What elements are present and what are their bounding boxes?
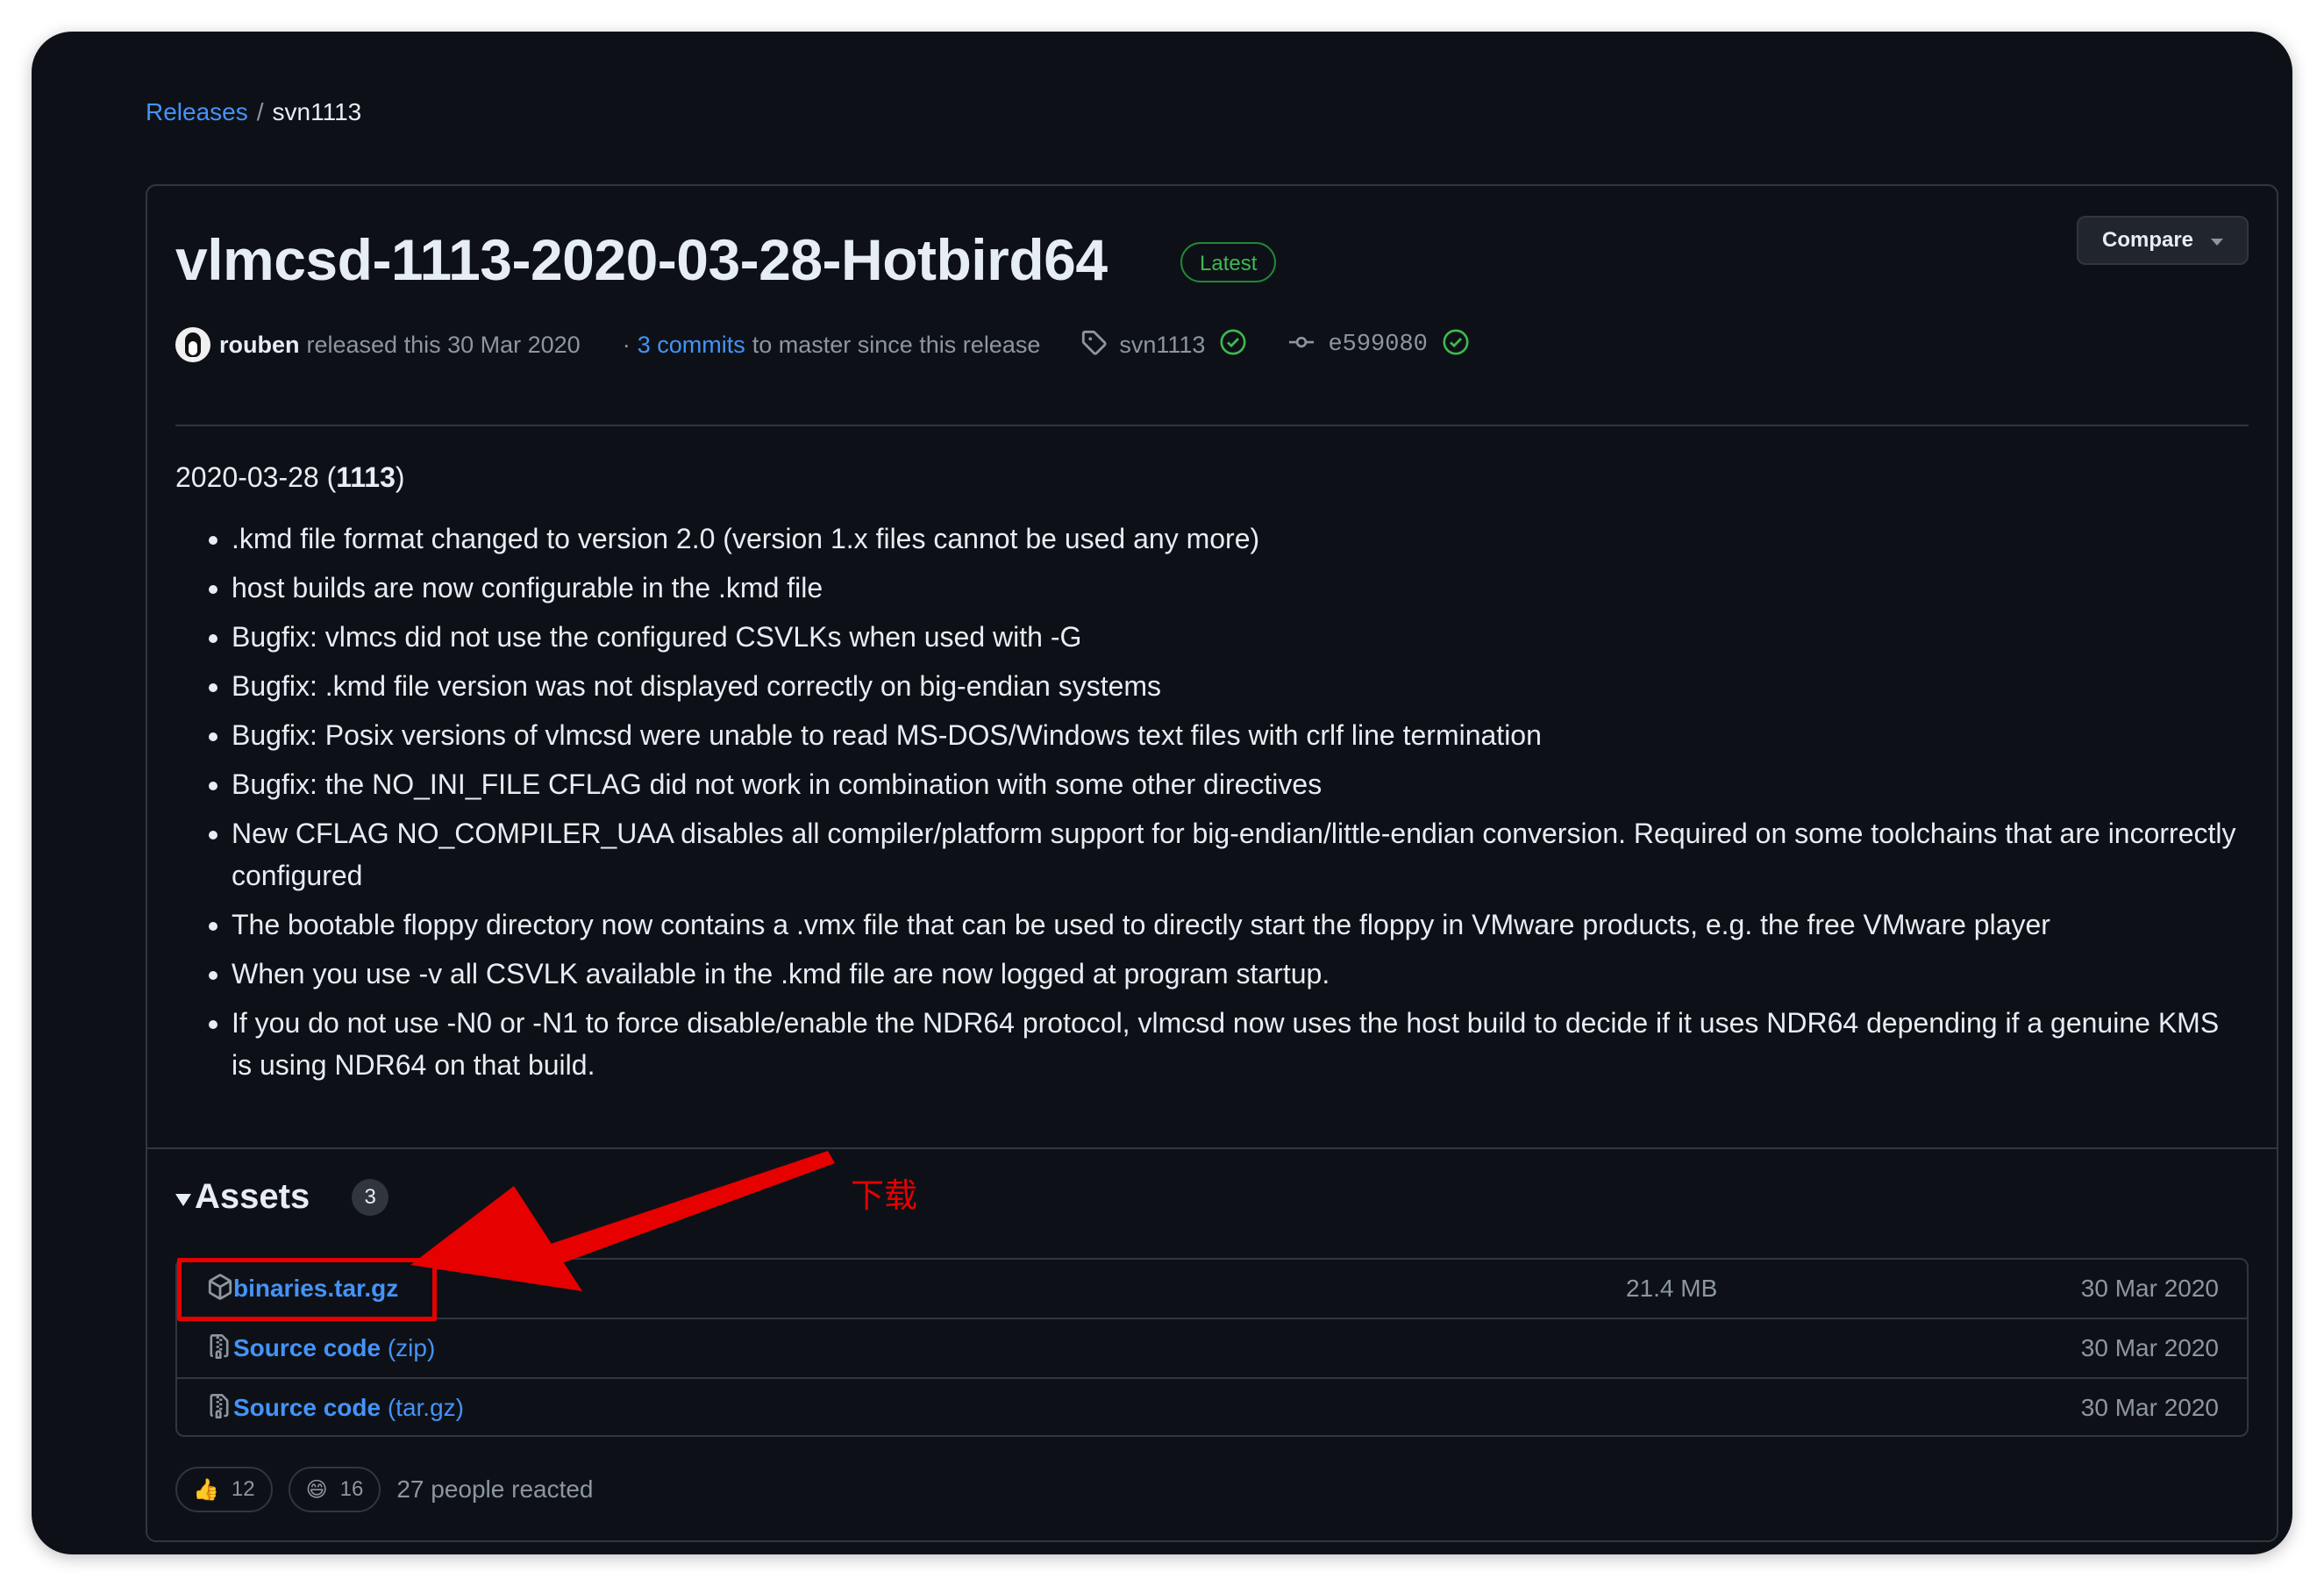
- assets-toggle[interactable]: Assets 3: [175, 1177, 389, 1217]
- git-commit-icon: [1287, 329, 1315, 361]
- release-card: vlmcsd-1113-2020-03-28-Hotbird64 Latest …: [146, 184, 2278, 1542]
- breadcrumb-separator: /: [256, 98, 264, 125]
- commit-hash-link[interactable]: e599080: [1328, 332, 1427, 358]
- release-title[interactable]: vlmcsd-1113-2020-03-28-Hotbird64: [175, 225, 1108, 295]
- reaction-thumbs-up-button[interactable]: 👍 12: [175, 1467, 273, 1512]
- file-zip-icon: [207, 1332, 232, 1368]
- asset-size: 21.4 MB: [1626, 1275, 1718, 1302]
- list-item: Bugfix: vlmcs did not use the configured…: [232, 616, 2245, 658]
- asset-date: 30 Mar 2020: [2080, 1334, 2219, 1361]
- list-item: host builds are now configurable in the …: [232, 567, 2245, 609]
- asset-format: (tar.gz): [387, 1394, 464, 1421]
- asset-date: 30 Mar 2020: [2080, 1275, 2219, 1302]
- list-item: Bugfix: the NO_INI_FILE CFLAG did not wo…: [232, 763, 2245, 805]
- list-item: If you do not use -N0 or -N1 to force di…: [232, 1002, 2245, 1086]
- list-item: When you use -v all CSVLK available in t…: [232, 953, 2245, 995]
- asset-date: 30 Mar 2020: [2080, 1394, 2219, 1421]
- reactions-summary: 27 people reacted: [396, 1475, 594, 1503]
- breadcrumb-releases-link[interactable]: Releases: [146, 98, 248, 125]
- caret-down-icon: [2211, 239, 2224, 246]
- release-notes: 2020-03-28 (1113) .kmd file format chang…: [175, 456, 2245, 1093]
- list-item: Bugfix: Posix versions of vlmcsd were un…: [232, 714, 2245, 756]
- asset-link[interactable]: Source code (tar.gz): [233, 1394, 464, 1422]
- release-meta: rouben released this 30 Mar 2020 · 3 com…: [175, 326, 1470, 363]
- list-item: The bootable floppy directory now contai…: [232, 904, 2245, 946]
- notes-heading: 2020-03-28 (1113): [175, 456, 2245, 498]
- reaction-count: 12: [231, 1477, 255, 1501]
- thumbs-up-icon: 👍: [193, 1477, 219, 1502]
- list-item: Bugfix: .kmd file version was not displa…: [232, 665, 2245, 707]
- released-text: released this 30 Mar 2020: [306, 331, 581, 358]
- annotation-highlight-box: [177, 1258, 437, 1321]
- assets-divider: [147, 1147, 2277, 1149]
- tag-icon: [1080, 329, 1107, 361]
- notes-heading-suffix: ): [395, 461, 405, 493]
- list-item: New CFLAG NO_COMPILER_UAA disables all c…: [232, 812, 2245, 897]
- tag-link[interactable]: svn1113: [1119, 332, 1205, 359]
- commits-link[interactable]: 3 commits: [638, 332, 745, 359]
- asset-format: (zip): [387, 1334, 436, 1361]
- notes-heading-build: 1113: [336, 461, 396, 493]
- asset-link[interactable]: Source code (zip): [233, 1334, 435, 1362]
- smile-icon: 😄: [305, 1477, 328, 1502]
- notes-list: .kmd file format changed to version 2.0 …: [175, 518, 2245, 1086]
- asset-name: Source code: [233, 1394, 381, 1421]
- verified-check-icon[interactable]: [1219, 328, 1247, 362]
- reaction-smile-button[interactable]: 😄 16: [288, 1467, 381, 1512]
- author-link[interactable]: rouben: [219, 332, 300, 359]
- latest-badge: Latest: [1180, 242, 1277, 282]
- annotation-arrow-icon: [410, 1151, 835, 1291]
- file-zip-icon: [207, 1391, 232, 1427]
- reactions-bar: 👍 12 😄 16 27 people reacted: [175, 1467, 594, 1512]
- list-item: .kmd file format changed to version 2.0 …: [232, 518, 2245, 560]
- meta-dot: ·: [622, 331, 631, 358]
- verified-check-icon[interactable]: [1442, 328, 1470, 362]
- triangle-down-icon: [175, 1193, 191, 1206]
- app-window: Releases / svn1113 vlmcsd-1113-2020-03-28-…: [32, 32, 2292, 1554]
- breadcrumb-current: svn1113: [272, 98, 362, 125]
- compare-button[interactable]: Compare: [2077, 216, 2249, 265]
- assets-heading: Assets: [195, 1177, 310, 1216]
- commits-text: to master since this release: [752, 331, 1041, 358]
- notes-heading-prefix: 2020-03-28 (: [175, 461, 337, 493]
- assets-count-badge: 3: [352, 1178, 389, 1216]
- table-row[interactable]: Source code (tar.gz) 30 Mar 2020: [177, 1377, 2247, 1437]
- meta-divider: [175, 425, 2249, 426]
- avatar[interactable]: [175, 327, 210, 362]
- asset-name: Source code: [233, 1334, 381, 1361]
- breadcrumb: Releases / svn1113: [146, 96, 361, 128]
- compare-button-label: Compare: [2101, 228, 2194, 252]
- reaction-count: 16: [339, 1477, 364, 1501]
- table-row[interactable]: Source code (zip) 30 Mar 2020: [177, 1318, 2247, 1377]
